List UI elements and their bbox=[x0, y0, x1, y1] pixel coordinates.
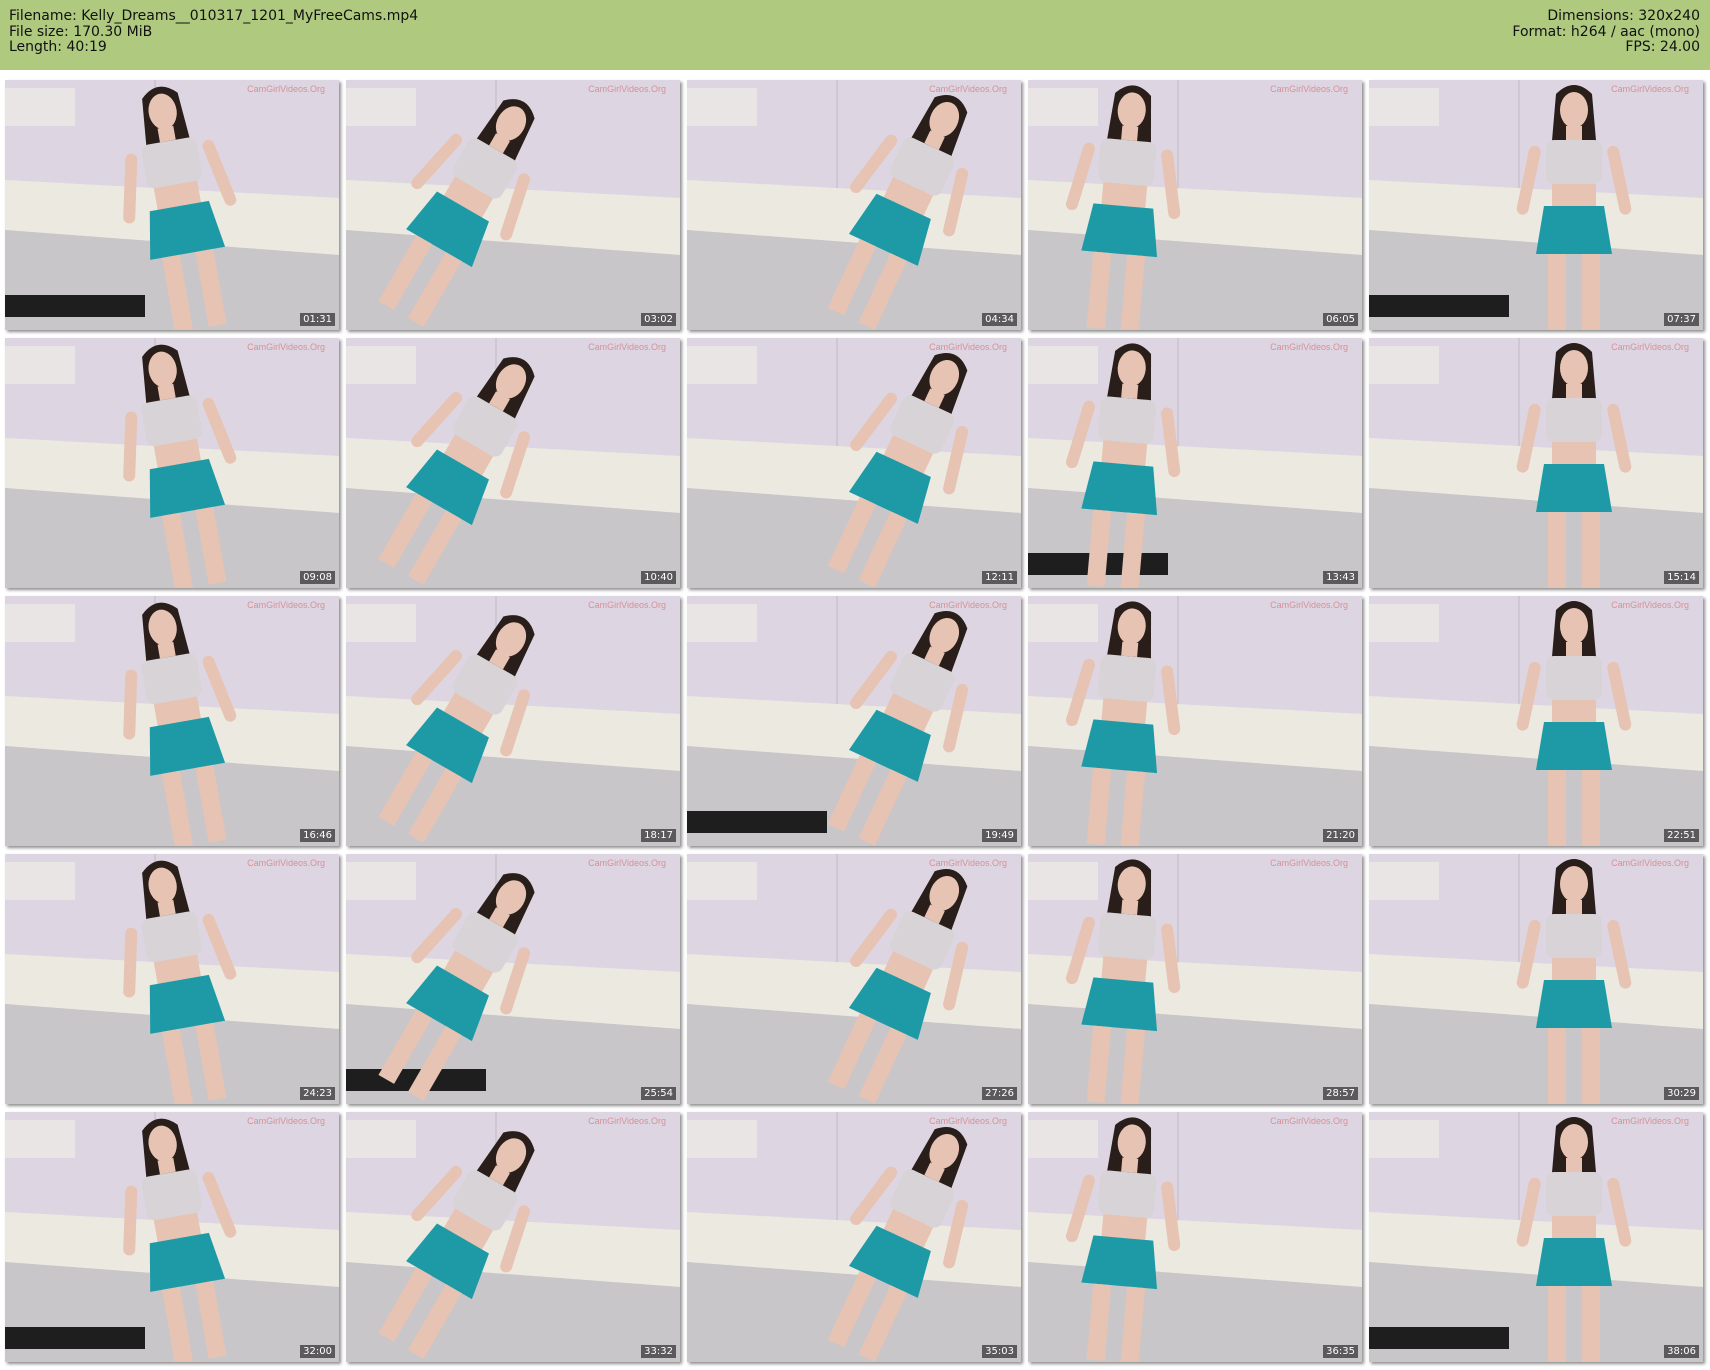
svg-text:CamGirlVideos.Org: CamGirlVideos.Org bbox=[1611, 600, 1689, 610]
svg-text:CamGirlVideos.Org: CamGirlVideos.Org bbox=[247, 858, 325, 868]
file-info: Filename: Kelly_Dreams__010317_1201_MyFr… bbox=[9, 8, 419, 56]
video-thumbnail[interactable]: CamGirlVideos.Org 35:03 bbox=[687, 1112, 1021, 1362]
svg-text:CamGirlVideos.Org: CamGirlVideos.Org bbox=[1270, 600, 1348, 610]
timestamp-label: 13:43 bbox=[1323, 571, 1358, 584]
svg-text:CamGirlVideos.Org: CamGirlVideos.Org bbox=[1611, 342, 1689, 352]
timestamp-label: 21:20 bbox=[1323, 829, 1358, 842]
thumbnail-grid: CamGirlVideos.Org 01:31 CamGirlVideos.Or… bbox=[0, 70, 1710, 1370]
svg-text:CamGirlVideos.Org: CamGirlVideos.Org bbox=[247, 1116, 325, 1126]
dimensions-text: Dimensions: 320x240 bbox=[1547, 8, 1700, 24]
timestamp-label: 10:40 bbox=[641, 571, 676, 584]
timestamp-label: 30:29 bbox=[1664, 1087, 1699, 1100]
video-info: Dimensions: 320x240 Format: h264 / aac (… bbox=[1512, 8, 1700, 56]
svg-text:CamGirlVideos.Org: CamGirlVideos.Org bbox=[929, 600, 1007, 610]
svg-text:CamGirlVideos.Org: CamGirlVideos.Org bbox=[588, 84, 666, 94]
timestamp-label: 27:26 bbox=[982, 1087, 1017, 1100]
svg-text:CamGirlVideos.Org: CamGirlVideos.Org bbox=[247, 84, 325, 94]
timestamp-label: 06:05 bbox=[1323, 313, 1358, 326]
video-thumbnail[interactable]: CamGirlVideos.Org 22:51 bbox=[1369, 596, 1703, 846]
timestamp-label: 03:02 bbox=[641, 313, 676, 326]
video-thumbnail[interactable]: CamGirlVideos.Org 24:23 bbox=[5, 854, 339, 1104]
svg-text:CamGirlVideos.Org: CamGirlVideos.Org bbox=[1611, 84, 1689, 94]
svg-text:CamGirlVideos.Org: CamGirlVideos.Org bbox=[247, 600, 325, 610]
timestamp-label: 19:49 bbox=[982, 829, 1017, 842]
svg-text:CamGirlVideos.Org: CamGirlVideos.Org bbox=[1270, 84, 1348, 94]
timestamp-label: 18:17 bbox=[641, 829, 676, 842]
video-thumbnail[interactable]: CamGirlVideos.Org 03:02 bbox=[346, 80, 680, 330]
timestamp-label: 24:23 bbox=[300, 1087, 335, 1100]
timestamp-label: 25:54 bbox=[641, 1087, 676, 1100]
video-thumbnail[interactable]: CamGirlVideos.Org 21:20 bbox=[1028, 596, 1362, 846]
timestamp-label: 36:35 bbox=[1323, 1345, 1358, 1358]
timestamp-label: 12:11 bbox=[982, 571, 1017, 584]
video-thumbnail[interactable]: CamGirlVideos.Org 06:05 bbox=[1028, 80, 1362, 330]
svg-text:CamGirlVideos.Org: CamGirlVideos.Org bbox=[1611, 858, 1689, 868]
svg-text:CamGirlVideos.Org: CamGirlVideos.Org bbox=[588, 858, 666, 868]
timestamp-label: 04:34 bbox=[982, 313, 1017, 326]
video-thumbnail[interactable]: CamGirlVideos.Org 30:29 bbox=[1369, 854, 1703, 1104]
timestamp-label: 01:31 bbox=[300, 313, 335, 326]
video-thumbnail[interactable]: CamGirlVideos.Org 10:40 bbox=[346, 338, 680, 588]
svg-text:CamGirlVideos.Org: CamGirlVideos.Org bbox=[588, 342, 666, 352]
svg-text:CamGirlVideos.Org: CamGirlVideos.Org bbox=[1270, 342, 1348, 352]
video-thumbnail[interactable]: CamGirlVideos.Org 36:35 bbox=[1028, 1112, 1362, 1362]
video-thumbnail[interactable]: CamGirlVideos.Org 27:26 bbox=[687, 854, 1021, 1104]
timestamp-label: 28:57 bbox=[1323, 1087, 1358, 1100]
video-thumbnail[interactable]: CamGirlVideos.Org 13:43 bbox=[1028, 338, 1362, 588]
svg-text:CamGirlVideos.Org: CamGirlVideos.Org bbox=[929, 84, 1007, 94]
video-thumbnail[interactable]: CamGirlVideos.Org 01:31 bbox=[5, 80, 339, 330]
svg-text:CamGirlVideos.Org: CamGirlVideos.Org bbox=[1270, 1116, 1348, 1126]
timestamp-label: 07:37 bbox=[1664, 313, 1699, 326]
fps-text: FPS: 24.00 bbox=[1625, 39, 1700, 55]
video-thumbnail[interactable]: CamGirlVideos.Org 25:54 bbox=[346, 854, 680, 1104]
filesize-text: File size: 170.30 MiB bbox=[9, 23, 153, 40]
video-thumbnail[interactable]: CamGirlVideos.Org 28:57 bbox=[1028, 854, 1362, 1104]
timestamp-label: 09:08 bbox=[300, 571, 335, 584]
filename-text: Filename: Kelly_Dreams__010317_1201_MyFr… bbox=[9, 8, 419, 24]
svg-text:CamGirlVideos.Org: CamGirlVideos.Org bbox=[929, 342, 1007, 352]
video-thumbnail[interactable]: CamGirlVideos.Org 04:34 bbox=[687, 80, 1021, 330]
format-text: Format: h264 / aac (mono) bbox=[1512, 23, 1700, 40]
timestamp-label: 33:32 bbox=[641, 1345, 676, 1358]
timestamp-label: 16:46 bbox=[300, 829, 335, 842]
svg-text:CamGirlVideos.Org: CamGirlVideos.Org bbox=[588, 1116, 666, 1126]
timestamp-label: 15:14 bbox=[1664, 571, 1699, 584]
video-thumbnail[interactable]: CamGirlVideos.Org 16:46 bbox=[5, 596, 339, 846]
video-thumbnail[interactable]: CamGirlVideos.Org 38:06 bbox=[1369, 1112, 1703, 1362]
video-thumbnail[interactable]: CamGirlVideos.Org 12:11 bbox=[687, 338, 1021, 588]
svg-text:CamGirlVideos.Org: CamGirlVideos.Org bbox=[247, 342, 325, 352]
video-thumbnail[interactable]: CamGirlVideos.Org 33:32 bbox=[346, 1112, 680, 1362]
video-thumbnail[interactable]: CamGirlVideos.Org 32:00 bbox=[5, 1112, 339, 1362]
svg-text:CamGirlVideos.Org: CamGirlVideos.Org bbox=[929, 1116, 1007, 1126]
svg-text:CamGirlVideos.Org: CamGirlVideos.Org bbox=[588, 600, 666, 610]
video-thumbnail[interactable]: CamGirlVideos.Org 18:17 bbox=[346, 596, 680, 846]
info-header: Filename: Kelly_Dreams__010317_1201_MyFr… bbox=[0, 0, 1710, 70]
svg-text:CamGirlVideos.Org: CamGirlVideos.Org bbox=[1611, 1116, 1689, 1126]
video-thumbnail[interactable]: CamGirlVideos.Org 09:08 bbox=[5, 338, 339, 588]
timestamp-label: 22:51 bbox=[1664, 829, 1699, 842]
video-thumbnail[interactable]: CamGirlVideos.Org 19:49 bbox=[687, 596, 1021, 846]
timestamp-label: 38:06 bbox=[1664, 1345, 1699, 1358]
svg-text:CamGirlVideos.Org: CamGirlVideos.Org bbox=[1270, 858, 1348, 868]
video-thumbnail[interactable]: CamGirlVideos.Org 15:14 bbox=[1369, 338, 1703, 588]
length-text: Length: 40:19 bbox=[9, 39, 107, 55]
svg-text:CamGirlVideos.Org: CamGirlVideos.Org bbox=[929, 858, 1007, 868]
video-thumbnail[interactable]: CamGirlVideos.Org 07:37 bbox=[1369, 80, 1703, 330]
timestamp-label: 32:00 bbox=[300, 1345, 335, 1358]
timestamp-label: 35:03 bbox=[982, 1345, 1017, 1358]
